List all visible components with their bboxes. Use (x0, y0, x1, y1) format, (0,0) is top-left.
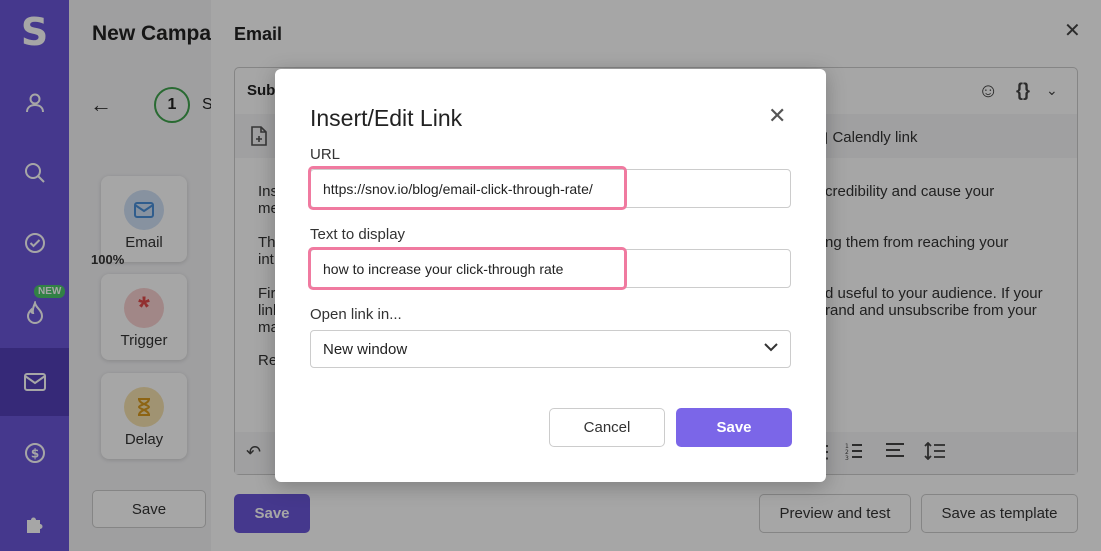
save-button[interactable]: Save (676, 408, 792, 447)
chevron-down-icon (764, 339, 778, 357)
close-icon[interactable]: ✕ (768, 103, 786, 129)
url-highlight (308, 166, 627, 210)
open-link-value: New window (323, 340, 408, 358)
open-link-select[interactable]: New window (310, 330, 791, 368)
text-to-display-label: Text to display (310, 226, 406, 243)
open-link-label: Open link in... (310, 306, 402, 323)
dialog-title: Insert/Edit Link (310, 105, 463, 131)
insert-link-dialog: Insert/Edit Link ✕ URL https://snov.io/b… (275, 69, 826, 482)
text-highlight (308, 247, 627, 290)
url-label: URL (310, 146, 341, 163)
cancel-button[interactable]: Cancel (549, 408, 665, 447)
